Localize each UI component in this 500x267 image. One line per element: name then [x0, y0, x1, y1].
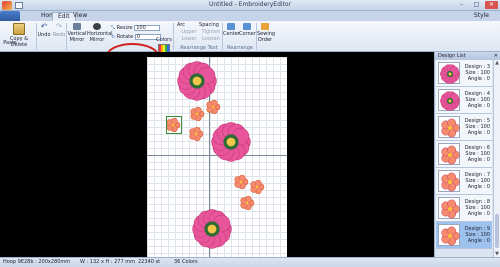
resize-spinner[interactable]: ⤡ Resize 100 — [111, 25, 161, 32]
scroll-up-icon[interactable]: ▲ — [494, 60, 500, 66]
design-thumbnail — [438, 170, 460, 192]
design-list-item[interactable]: Design : 8 Size : 100 Angle : 0 — [436, 195, 492, 222]
upper-button[interactable]: Upper — [178, 29, 200, 35]
app-window: Untitled - EmbroideryEditor – □ ✕ Home E… — [0, 0, 500, 267]
design-thumbnail — [438, 224, 460, 246]
paste-icon — [13, 23, 25, 35]
sewing-order-icon — [261, 23, 269, 30]
maximize-button[interactable]: □ — [470, 1, 483, 9]
center-line-horizontal — [147, 155, 287, 156]
selection-box[interactable] — [166, 116, 182, 134]
design-list-item[interactable]: Design : 7 Size : 100 Angle : 0 — [436, 168, 492, 195]
design-list-item[interactable]: Design : 9 Size : 100 Angle : 0 — [436, 222, 492, 249]
hoop-sheet[interactable] — [147, 57, 287, 257]
status-hoop: Hoop 9E28b : 200x280mm — [3, 259, 71, 265]
group-label-rearrange: Rearrange — [227, 45, 253, 51]
window-title: Untitled - EmbroideryEditor — [208, 1, 292, 8]
lower-button[interactable]: Lower — [178, 36, 200, 42]
design-list-item[interactable]: Design : 4 Size : 100 Angle : 0 — [436, 87, 492, 114]
design-angle-text: Angle : 0 — [467, 103, 490, 109]
design-list-item[interactable]: Design : 3 Size : 100 Angle : 0 — [436, 60, 492, 87]
panel-close-icon[interactable]: ✕ — [494, 52, 498, 60]
panel-title: Design List — [435, 52, 500, 60]
center-icon — [227, 23, 235, 30]
sewing-order-button[interactable]: Sewing Order — [257, 23, 275, 43]
spacing-label: Spacing — [199, 22, 219, 28]
application-menu-button[interactable] — [0, 11, 20, 21]
design-angle-text: Angle : 0 — [467, 157, 490, 163]
loosen-button[interactable]: Loosen — [200, 36, 222, 42]
vertical-mirror-icon — [73, 23, 81, 30]
ribbon: Copy & Delete Paste ↶ Undo ↷ Redo Vertic… — [0, 21, 500, 69]
horizontal-mirror-button[interactable]: Horizontal Mirror — [87, 23, 113, 43]
redo-icon: ↷ — [55, 22, 63, 31]
design-list-scrollbar[interactable]: ▲ ▼ — [493, 60, 500, 257]
colors-button[interactable]: Colors — [155, 37, 173, 43]
resize-input[interactable]: 100 — [134, 25, 161, 31]
design-thumbnail — [438, 62, 460, 84]
corner-icon — [243, 23, 251, 30]
ribbon-tabs: Home Edit View Style — [0, 11, 500, 21]
design-thumbnail — [438, 197, 460, 219]
design-thumbnail — [438, 89, 460, 111]
design-thumbnail — [438, 143, 460, 165]
vertical-mirror-button[interactable]: Vertical Mirror — [67, 23, 87, 43]
design-angle-text: Angle : 0 — [467, 76, 490, 82]
horizontal-mirror-icon — [93, 23, 101, 30]
undo-icon: ↶ — [40, 22, 48, 31]
design-angle-text: Angle : 0 — [467, 130, 490, 136]
corner-button[interactable]: Corner — [239, 23, 256, 37]
design-list: Design : 3 Size : 100 Angle : 0 Design : 4S… — [436, 60, 492, 257]
redo-button[interactable]: ↷ Redo — [52, 22, 66, 39]
design-list-item[interactable]: Design : 6 Size : 100 Angle : 0 — [436, 141, 492, 168]
design-angle-text: Angle : 0 — [467, 238, 490, 244]
design-thumbnail — [438, 116, 460, 138]
tighten-button[interactable]: Tighten — [200, 29, 222, 35]
design-angle-text: Angle : 0 — [467, 211, 490, 217]
design-angle-text: Angle : 0 — [467, 184, 490, 190]
center-line-vertical — [209, 57, 210, 257]
group-label-rearrange-text: Rearrange Text — [180, 45, 218, 51]
rotate-spinner[interactable]: ↻ Rotate 0 — [111, 34, 161, 41]
paste-button[interactable]: Paste — [2, 40, 18, 46]
arc-label: Arc — [176, 22, 186, 28]
status-dimensions: W : 132 x H : 277 mm — [80, 259, 135, 265]
close-button[interactable]: ✕ — [485, 1, 498, 9]
tab-view[interactable]: View — [68, 11, 92, 21]
rotate-icon: ↻ — [111, 34, 116, 40]
status-bar: Hoop 9E28b : 200x280mm W : 132 x H : 277… — [0, 257, 500, 267]
tab-style[interactable]: Style — [469, 11, 494, 21]
resize-icon: ⤡ — [111, 25, 116, 31]
undo-button[interactable]: ↶ Undo — [37, 22, 51, 39]
status-stitches: 22340 st — [138, 259, 161, 265]
title-bar: Untitled - EmbroideryEditor – □ ✕ — [0, 0, 500, 11]
status-colors: 36 Colors — [174, 259, 198, 265]
scroll-thumb[interactable] — [495, 214, 499, 248]
center-button[interactable]: Center — [223, 23, 240, 37]
design-list-item[interactable]: Design : 5 Size : 100 Angle : 0 — [436, 114, 492, 141]
minimize-button[interactable]: – — [455, 1, 468, 9]
design-list-panel: Design List ✕ Design : 3 Size : 100 Angle … — [434, 52, 500, 257]
